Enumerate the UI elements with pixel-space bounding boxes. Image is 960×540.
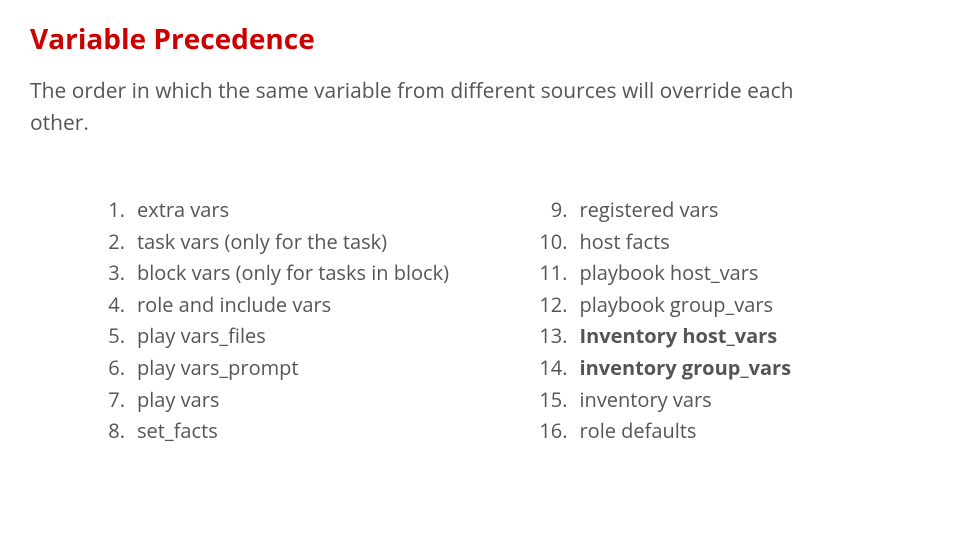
right-column: registered varshost factsplaybook host_v… — [528, 194, 931, 447]
list-item-text: playbook host_vars — [580, 257, 759, 289]
list-item: registered vars — [528, 194, 931, 226]
list-item-text: role and include vars — [137, 289, 331, 321]
list-item: block vars (only for tasks in block) — [85, 257, 488, 289]
list-item-text: extra vars — [137, 194, 229, 226]
list-item-text: play vars_files — [137, 320, 266, 352]
left-column: extra varstask vars (only for the task)b… — [85, 194, 488, 447]
list-item-text: Inventory host_vars — [580, 320, 778, 352]
list-item-text: play vars — [137, 384, 219, 416]
list-item: play vars — [85, 384, 488, 416]
list-item: extra vars — [85, 194, 488, 226]
list-item-text: host facts — [580, 226, 670, 258]
list-item: role defaults — [528, 415, 931, 447]
list-item: playbook group_vars — [528, 289, 931, 321]
list-item-text: play vars_prompt — [137, 352, 299, 384]
list-item-text: registered vars — [580, 194, 719, 226]
page-description: The order in which the same variable fro… — [30, 76, 850, 139]
list-item: inventory vars — [528, 384, 931, 416]
list-item: role and include vars — [85, 289, 488, 321]
list-item: inventory group_vars — [528, 352, 931, 384]
list-item-text: inventory vars — [580, 384, 712, 416]
list-item-text: block vars (only for tasks in block) — [137, 257, 449, 289]
page-title: Variable Precedence — [30, 20, 930, 58]
list-item: play vars_files — [85, 320, 488, 352]
precedence-columns: extra varstask vars (only for the task)b… — [30, 194, 930, 447]
list-item-text: role defaults — [580, 415, 697, 447]
list-item: set_facts — [85, 415, 488, 447]
list-item: play vars_prompt — [85, 352, 488, 384]
precedence-list-right: registered varshost factsplaybook host_v… — [528, 194, 931, 447]
list-item: playbook host_vars — [528, 257, 931, 289]
list-item-text: set_facts — [137, 415, 218, 447]
list-item-text: playbook group_vars — [580, 289, 774, 321]
list-item-text: task vars (only for the task) — [137, 226, 387, 258]
list-item: task vars (only for the task) — [85, 226, 488, 258]
precedence-list-left: extra varstask vars (only for the task)b… — [85, 194, 488, 447]
list-item: host facts — [528, 226, 931, 258]
list-item: Inventory host_vars — [528, 320, 931, 352]
list-item-text: inventory group_vars — [580, 352, 792, 384]
